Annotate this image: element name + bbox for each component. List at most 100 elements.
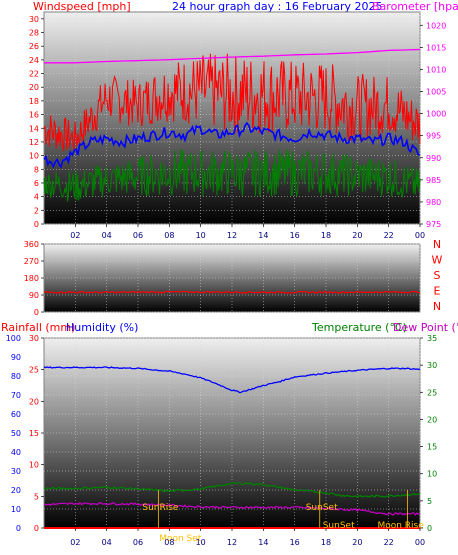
tick-label: 00 — [415, 231, 425, 240]
tick-label: 8 — [34, 165, 39, 174]
tick-label: 20 — [29, 83, 39, 92]
tick-label: 02 — [70, 231, 80, 240]
tick-label: 180 — [24, 274, 39, 283]
tick-label: 5 — [34, 492, 39, 501]
tick-label: 50 — [11, 429, 21, 438]
tick-label: 1000 — [426, 110, 446, 119]
tick-label: 980 — [426, 198, 441, 207]
temperature-hour-ticks: 02 04 06 08 10 12 14 16 18 20 22 00 — [70, 528, 425, 547]
tick-label: 18 — [29, 97, 39, 106]
tick-label: 70 — [11, 391, 21, 400]
compass-letter: W — [432, 254, 443, 267]
tick-label: 00 — [415, 538, 425, 547]
tick-label: 14 — [29, 124, 39, 133]
temperature-humidity-chart: Rainfall (mm) Humidity (%) Temperature (… — [1, 321, 458, 547]
humidity-ticks: 0 10 20 30 40 50 60 70 80 90 100 — [6, 334, 21, 533]
annotation-label: SunRise — [142, 503, 179, 513]
wind-barometer-chart: Windspeed [mph] 24 hour graph day : 16 F… — [29, 0, 458, 240]
tick-label: 90 — [11, 353, 21, 362]
compass-letters: NWSEN — [432, 238, 443, 313]
temperature-plot-area — [43, 337, 421, 529]
tick-label: 15 — [29, 429, 39, 438]
tick-label: 20 — [29, 397, 39, 406]
tick-label: 60 — [11, 410, 21, 419]
tick-label: 12 — [227, 538, 237, 547]
tick-label: 35 — [427, 334, 437, 343]
tick-label: 0 — [34, 524, 39, 533]
compass-letter: E — [434, 285, 441, 298]
tick-label: 16 — [290, 231, 300, 240]
tick-label: 02 — [70, 538, 80, 547]
wind-speed-ticks: 024681012141618202224262830 — [29, 15, 44, 229]
tick-label: 5 — [427, 497, 432, 506]
tick-label: 1005 — [426, 88, 446, 97]
tick-label: 15 — [427, 443, 437, 452]
tick-label: 06 — [133, 231, 143, 240]
chart-title: 24 hour graph day : 16 February 2025 — [172, 0, 383, 13]
tick-label: 10 — [29, 461, 39, 470]
weather-graph-24h: Windspeed [mph] 24 hour graph day : 16 F… — [1, 0, 458, 547]
direction-degree-ticks: 0 90 180 270 360 — [24, 240, 44, 317]
wind-hour-ticks: 02 04 06 08 10 12 14 16 18 20 22 00 — [70, 224, 425, 240]
tick-label: 22 — [384, 538, 394, 547]
barometer-ticks: 975 980 985 990 995 1000 1005 1010 1015 1020 — [420, 21, 446, 229]
wind-axis-label: Windspeed [mph] — [33, 0, 131, 13]
tick-label: 25 — [29, 366, 39, 375]
tick-label: 985 — [426, 176, 441, 185]
tick-label: 100 — [6, 334, 21, 343]
tick-label: 360 — [24, 240, 39, 249]
tick-label: 04 — [102, 231, 112, 240]
tick-label: 10 — [11, 505, 21, 514]
barometer-axis-label: Barometer [hpa] — [372, 0, 458, 13]
tick-label: 30 — [29, 15, 39, 24]
rainfall-axis-label: Rainfall (mm) — [1, 321, 75, 334]
tick-label: 990 — [426, 154, 441, 163]
tick-label: 22 — [384, 231, 394, 240]
tick-label: 0 — [34, 220, 39, 229]
tick-label: 08 — [164, 231, 174, 240]
tick-label: 30 — [11, 467, 21, 476]
tick-label: 30 — [29, 334, 39, 343]
tick-label: 1010 — [426, 65, 446, 74]
tick-label: 08 — [164, 538, 174, 547]
annotation-label: Moon Rise — [377, 521, 424, 531]
tick-label: 10 — [427, 470, 437, 479]
tick-label: 1020 — [426, 21, 446, 30]
rainfall-ticks: 0 5 10 15 20 25 30 — [29, 334, 44, 533]
humidity-axis-label: Humidity (%) — [66, 321, 138, 334]
tick-label: 80 — [11, 372, 21, 381]
annotation-label: SunSet — [323, 521, 355, 531]
tick-label: 1015 — [426, 43, 446, 52]
tick-label: 10 — [29, 152, 39, 161]
dew-point-axis-label: Dew Point (°C) — [393, 321, 458, 334]
tick-label: 0 — [34, 308, 39, 317]
compass-letter: N — [433, 300, 441, 313]
tick-label: 26 — [29, 42, 39, 51]
tick-label: 0 — [16, 524, 21, 533]
tick-label: 4 — [34, 193, 39, 202]
tick-label: 14 — [258, 538, 268, 547]
compass-letter: S — [434, 269, 441, 282]
tick-label: 24 — [29, 56, 39, 65]
tick-label: 25 — [427, 388, 437, 397]
tick-label: 20 — [352, 538, 362, 547]
tick-label: 16 — [29, 111, 39, 120]
tick-label: 6 — [34, 179, 39, 188]
temperature-ticks: 0 5 10 15 20 25 30 35 — [420, 334, 437, 533]
compass-letter: N — [433, 238, 441, 251]
tick-label: 06 — [133, 538, 143, 547]
tick-label: 12 — [29, 138, 39, 147]
tick-label: 30 — [427, 361, 437, 370]
tick-label: 20 — [352, 231, 362, 240]
tick-label: 2 — [34, 206, 39, 215]
tick-label: 16 — [290, 538, 300, 547]
tick-label: 18 — [321, 538, 331, 547]
tick-label: 20 — [427, 415, 437, 424]
annotation-label: SunSet — [306, 503, 338, 513]
tick-label: 10 — [196, 538, 206, 547]
tick-label: 10 — [196, 231, 206, 240]
tick-label: 12 — [227, 231, 237, 240]
wind-direction-chart: 090180270360 NWSEN — [24, 238, 443, 317]
tick-label: 18 — [321, 231, 331, 240]
tick-label: 90 — [29, 291, 39, 300]
